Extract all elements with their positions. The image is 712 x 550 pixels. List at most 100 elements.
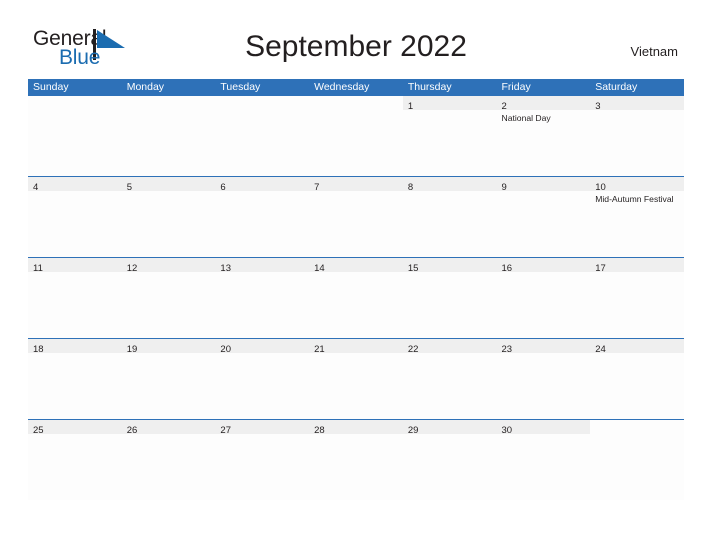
day-events xyxy=(403,110,497,113)
day-cell[interactable]: 10 Mid-Autumn Festival xyxy=(590,177,684,257)
day-number-band: 11 xyxy=(28,258,122,274)
day-events xyxy=(403,191,497,194)
day-cell[interactable]: 22 xyxy=(402,339,497,419)
day-number: 28 xyxy=(314,425,325,436)
day-number: 10 xyxy=(595,182,606,193)
weekday-header-friday: Friday xyxy=(501,81,531,93)
day-number: 9 xyxy=(501,182,507,193)
day-number: 29 xyxy=(407,425,419,436)
day-cell[interactable]: 30 xyxy=(496,420,591,500)
day-cell[interactable]: 27 xyxy=(215,420,310,500)
day-number: 14 xyxy=(314,263,325,274)
page-header: General Blue September 2022 Vietnam xyxy=(0,0,712,78)
day-cell[interactable]: 6 xyxy=(215,177,310,257)
day-cell[interactable]: 16 xyxy=(496,258,591,338)
day-number-band: 18 xyxy=(28,339,122,355)
calendar-week-row: 1 2 National Day 3 xyxy=(28,96,684,176)
day-cell[interactable]: 3 xyxy=(590,96,684,176)
day-cell[interactable]: 11 xyxy=(28,258,122,338)
day-number: 15 xyxy=(407,263,419,274)
day-number-band: 15 xyxy=(402,258,497,274)
day-cell[interactable]: 5 xyxy=(121,177,216,257)
weekday-header-tuesday: Tuesday xyxy=(220,81,261,93)
day-number: 24 xyxy=(595,344,606,355)
day-number-band: 1 xyxy=(402,96,497,112)
day-number: 20 xyxy=(220,344,231,355)
day-cell[interactable]: 1 xyxy=(402,96,497,176)
day-number: 16 xyxy=(501,263,513,274)
day-events xyxy=(122,191,216,194)
day-number: 2 xyxy=(501,101,507,112)
day-number-band: 16 xyxy=(496,258,591,274)
day-cell[interactable]: 14 xyxy=(309,258,403,338)
day-number: 23 xyxy=(501,344,513,355)
day-cell[interactable]: 7 xyxy=(309,177,403,257)
day-number-band: 13 xyxy=(215,258,310,274)
day-cell[interactable]: 29 xyxy=(402,420,497,500)
day-number: 12 xyxy=(126,263,138,274)
page-title: September 2022 xyxy=(245,30,467,63)
day-number-band: 27 xyxy=(215,420,310,436)
country-label: Vietnam xyxy=(630,44,678,59)
day-events xyxy=(590,434,684,437)
day-number-band: 10 xyxy=(590,177,684,193)
day-number-band: 22 xyxy=(402,339,497,355)
day-number-band xyxy=(121,96,216,110)
day-cell[interactable]: 9 xyxy=(496,177,591,257)
day-cell[interactable]: 21 xyxy=(309,339,403,419)
calendar-week-row: 4 5 6 7 8 9 10 Mid-Autumn Festival xyxy=(28,176,684,257)
day-number-band xyxy=(590,420,684,434)
weekday-header-thursday: Thursday xyxy=(407,81,452,93)
day-cell[interactable]: 17 xyxy=(590,258,684,338)
calendar-week-cells: 18 19 20 21 22 23 24 xyxy=(28,339,684,419)
day-number-band xyxy=(215,96,310,110)
weekday-header-row: Sunday Monday Tuesday Wednesday Thursday Frid… xyxy=(28,79,684,96)
day-number-band xyxy=(28,96,122,110)
holiday-event-label: National Day xyxy=(501,113,551,123)
day-cell[interactable]: 20 xyxy=(215,339,310,419)
weekday-header-wednesday: Wednesday xyxy=(314,81,370,93)
day-number-band: 28 xyxy=(309,420,403,436)
weekday-header-monday: Monday xyxy=(126,81,165,93)
day-number-band: 9 xyxy=(496,177,591,193)
day-events xyxy=(28,110,122,113)
day-events: Mid-Autumn Festival xyxy=(590,191,684,205)
day-number: 30 xyxy=(501,425,513,436)
calendar-week-cells: 25 26 27 28 29 30 xyxy=(28,420,684,500)
day-number: 4 xyxy=(33,182,39,193)
day-number-band: 6 xyxy=(215,177,310,193)
day-events xyxy=(28,191,122,194)
weekday-header-sunday: Sunday xyxy=(33,81,69,93)
day-number-band: 4 xyxy=(28,177,122,193)
calendar-week-cells: 4 5 6 7 8 9 10 Mid-Autumn Festival xyxy=(28,177,684,257)
day-cell-empty xyxy=(590,420,684,500)
day-cell[interactable]: 4 xyxy=(28,177,122,257)
day-cell[interactable]: 12 xyxy=(121,258,216,338)
day-cell[interactable]: 2 National Day xyxy=(496,96,591,176)
day-cell-empty xyxy=(215,96,310,176)
day-cell[interactable]: 28 xyxy=(309,420,403,500)
day-number: 19 xyxy=(126,344,138,355)
day-cell[interactable]: 13 xyxy=(215,258,310,338)
day-cell[interactable]: 8 xyxy=(402,177,497,257)
day-number: 6 xyxy=(220,182,226,193)
day-number-band: 21 xyxy=(309,339,403,355)
day-cell[interactable]: 25 xyxy=(28,420,122,500)
day-number-band: 29 xyxy=(402,420,497,436)
day-cell[interactable]: 24 xyxy=(590,339,684,419)
day-cell[interactable]: 19 xyxy=(121,339,216,419)
day-number-band: 5 xyxy=(121,177,216,193)
day-number-band: 17 xyxy=(590,258,684,274)
calendar-week-row: 18 19 20 21 22 23 24 xyxy=(28,338,684,419)
day-number: 17 xyxy=(595,263,606,274)
day-number-band: 26 xyxy=(121,420,216,436)
day-number-band: 3 xyxy=(590,96,684,112)
day-number: 26 xyxy=(126,425,138,436)
day-number-band: 12 xyxy=(121,258,216,274)
day-number: 25 xyxy=(33,425,44,436)
day-cell[interactable]: 15 xyxy=(402,258,497,338)
day-number-band: 2 xyxy=(496,96,591,112)
day-cell[interactable]: 18 xyxy=(28,339,122,419)
day-cell[interactable]: 23 xyxy=(496,339,591,419)
day-cell[interactable]: 26 xyxy=(121,420,216,500)
